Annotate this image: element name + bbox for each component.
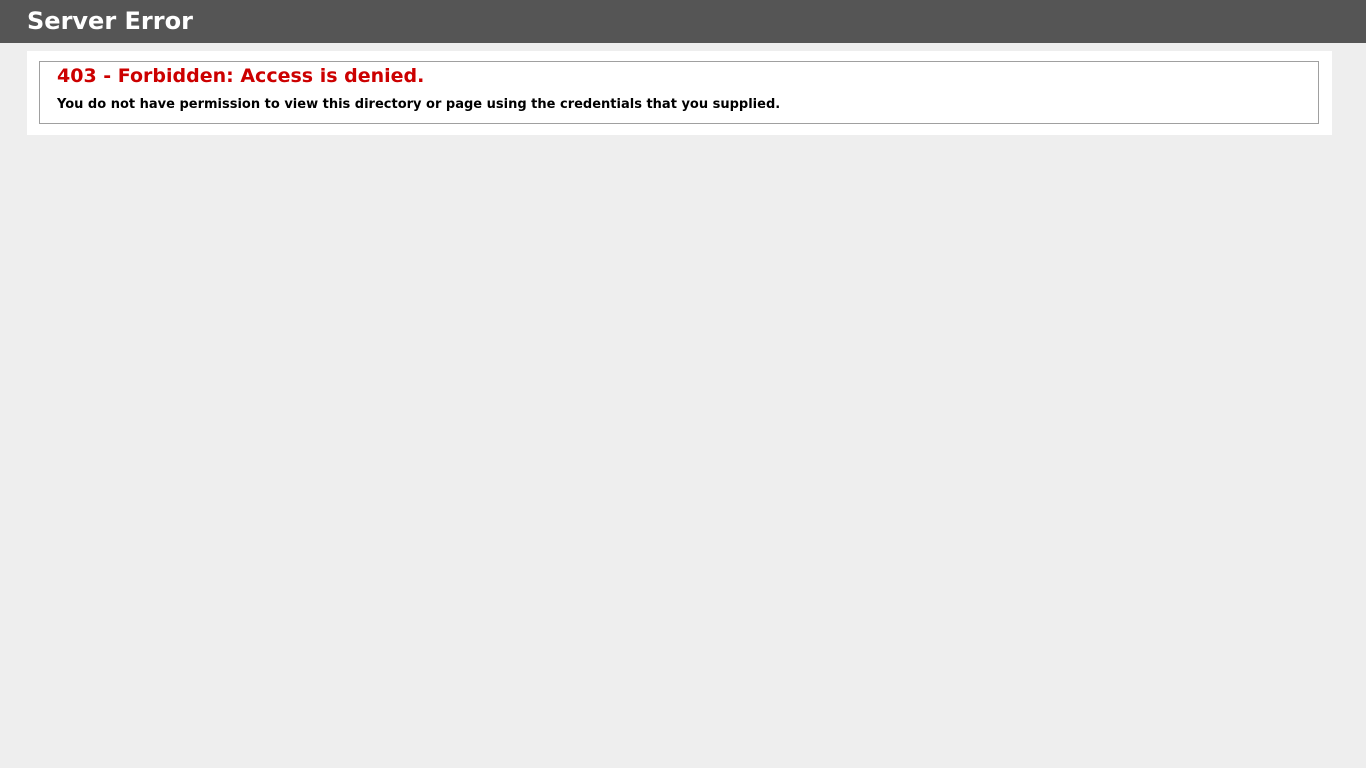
- content-panel: 403 - Forbidden: Access is denied. You d…: [27, 51, 1332, 135]
- error-detail: You do not have permission to view this …: [57, 97, 781, 112]
- error-box: 403 - Forbidden: Access is denied. You d…: [39, 61, 1319, 124]
- page-header: Server Error: [0, 0, 1366, 43]
- page-title: Server Error: [27, 7, 193, 35]
- error-heading: 403 - Forbidden: Access is denied.: [57, 65, 425, 87]
